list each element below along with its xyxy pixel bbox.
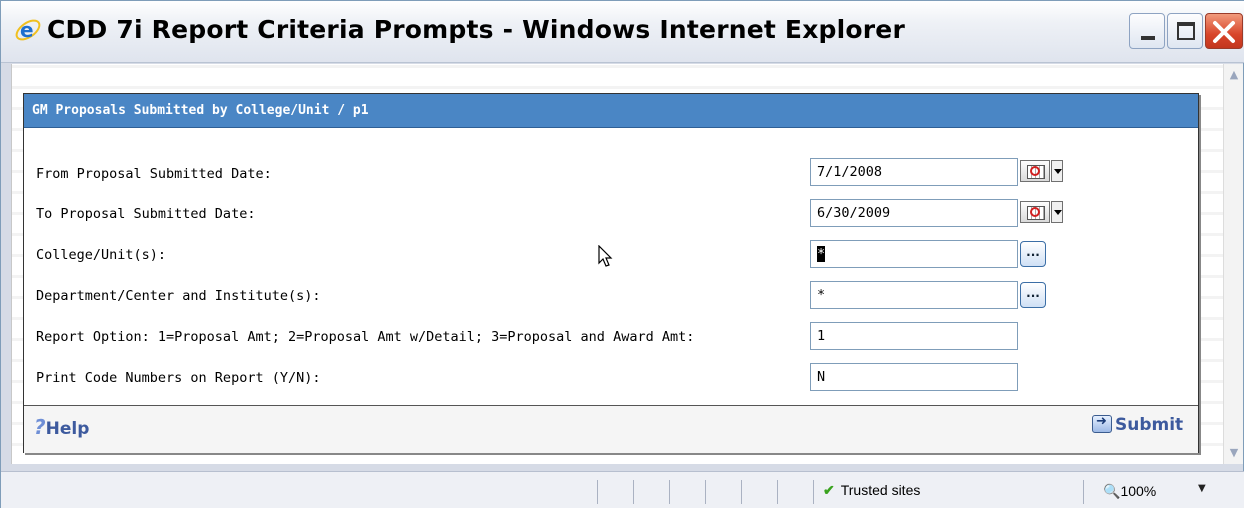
college-unit-browse-button[interactable]: ...	[1020, 241, 1046, 267]
status-divider	[813, 480, 814, 504]
print-code-label: Print Code Numbers on Report (Y/N):	[36, 370, 321, 386]
security-zone-label: Trusted sites	[840, 482, 921, 498]
college-unit-label: College/Unit(s):	[36, 247, 167, 263]
checkmark-icon: ✔	[823, 482, 835, 498]
browser-window: e CDD 7i Report Criteria Prompts - Windo…	[0, 0, 1244, 508]
report-option-label: Report Option: 1=Proposal Amt; 2=Proposa…	[36, 329, 695, 345]
window-title: CDD 7i Report Criteria Prompts - Windows…	[47, 15, 905, 44]
college-unit-value: *	[817, 246, 826, 262]
calendar-icon	[1020, 160, 1050, 182]
submit-label: Submit	[1115, 415, 1184, 435]
print-code-input[interactable]: N	[810, 363, 1018, 391]
zoom-control[interactable]: 🔍100%	[1103, 483, 1156, 500]
minimize-button[interactable]	[1129, 13, 1165, 49]
vertical-scrollbar[interactable]: ▲ ▼	[1223, 64, 1243, 464]
to-date-calendar-button[interactable]	[1020, 199, 1064, 225]
dropdown-arrow-icon	[1051, 201, 1063, 223]
panel-title: GM Proposals Submitted by College/Unit /…	[32, 103, 369, 118]
close-icon	[1213, 21, 1235, 43]
submit-icon	[1092, 414, 1112, 433]
department-browse-button[interactable]: ...	[1020, 282, 1046, 308]
help-label: Help	[45, 419, 90, 439]
from-date-label: From Proposal Submitted Date:	[36, 166, 272, 182]
report-criteria-panel: GM Proposals Submitted by College/Unit /…	[23, 93, 1199, 453]
mouse-cursor-icon	[598, 245, 613, 267]
to-date-label: To Proposal Submitted Date:	[36, 206, 256, 222]
panel-header: GM Proposals Submitted by College/Unit /…	[24, 94, 1198, 128]
svg-text:e: e	[20, 18, 34, 42]
status-divider	[705, 480, 706, 504]
department-label: Department/Center and Institute(s):	[36, 288, 321, 304]
status-divider	[633, 480, 634, 504]
report-option-input[interactable]: 1	[810, 322, 1018, 350]
zoom-icon: 🔍	[1103, 483, 1121, 499]
dropdown-arrow-icon	[1051, 160, 1063, 182]
from-date-input[interactable]: 7/1/2008	[810, 158, 1018, 186]
from-date-calendar-button[interactable]	[1020, 158, 1064, 184]
to-date-input[interactable]: 6/30/2009	[810, 199, 1018, 227]
calendar-icon	[1020, 201, 1050, 223]
zoom-dropdown-icon[interactable]: ▼	[1198, 483, 1206, 494]
submit-button[interactable]: Submit	[1092, 414, 1184, 435]
status-divider	[741, 480, 742, 504]
help-icon: ?	[34, 415, 46, 439]
ie-logo-icon: e	[15, 18, 41, 42]
title-bar[interactable]: e CDD 7i Report Criteria Prompts - Windo…	[1, 1, 1244, 63]
minimize-icon	[1141, 36, 1155, 40]
scroll-down-icon[interactable]: ▼	[1227, 446, 1241, 460]
college-unit-input[interactable]: *	[810, 240, 1018, 268]
security-zone[interactable]: ✔ Trusted sites	[823, 482, 920, 499]
scroll-up-icon[interactable]: ▲	[1227, 68, 1241, 82]
maximize-icon	[1177, 22, 1195, 40]
status-divider	[777, 480, 778, 504]
close-button[interactable]	[1205, 13, 1243, 49]
status-divider	[1083, 480, 1084, 504]
status-bar: ✔ Trusted sites 🔍100% ▼	[1, 471, 1244, 508]
status-divider	[597, 480, 598, 504]
maximize-button[interactable]	[1167, 13, 1203, 49]
zoom-level: 100%	[1120, 483, 1157, 499]
department-input[interactable]: *	[810, 281, 1018, 309]
panel-footer: ?Help Submit	[24, 405, 1198, 453]
help-link[interactable]: ?Help	[34, 415, 89, 439]
status-divider	[669, 480, 670, 504]
